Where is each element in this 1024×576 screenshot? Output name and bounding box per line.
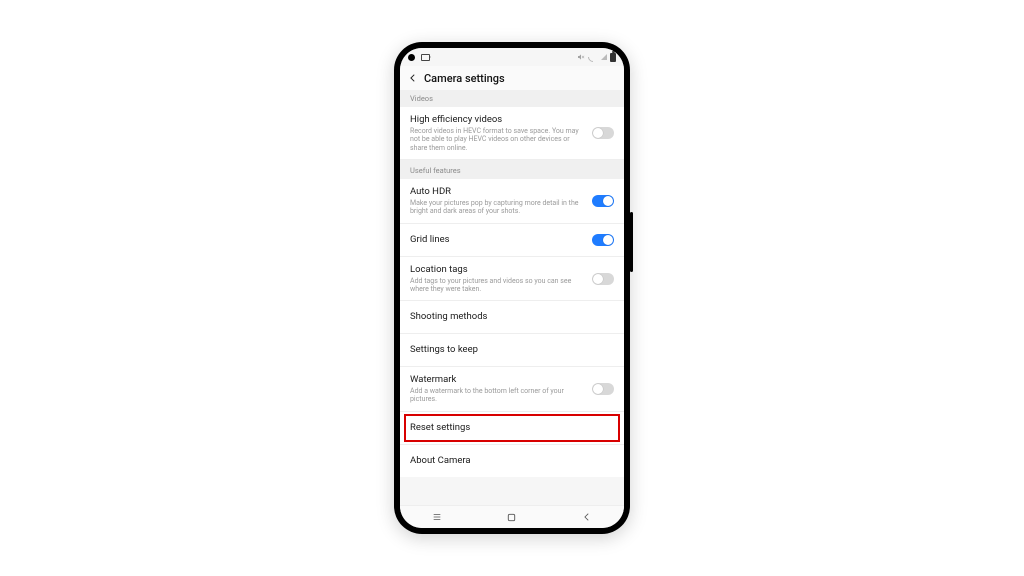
row-title: Auto HDR (410, 186, 584, 198)
settings-content: Camera settings Videos High efficiency v… (400, 66, 624, 506)
phone-frame: Camera settings Videos High efficiency v… (394, 42, 630, 534)
section-videos-label: Videos (400, 90, 624, 107)
front-camera-hole (408, 54, 415, 61)
mute-icon (577, 53, 585, 61)
row-shooting-methods[interactable]: Shooting methods (400, 301, 624, 334)
row-location-tags[interactable]: Location tags Add tags to your pictures … (400, 257, 624, 302)
row-watermark[interactable]: Watermark Add a watermark to the bottom … (400, 367, 624, 412)
row-about-camera[interactable]: About Camera (400, 445, 624, 477)
row-desc: Make your pictures pop by capturing more… (410, 199, 584, 216)
row-settings-to-keep[interactable]: Settings to keep (400, 334, 624, 367)
row-title: Shooting methods (410, 311, 606, 323)
row-title: Reset settings (410, 422, 606, 434)
row-desc: Add tags to your pictures and videos so … (410, 277, 584, 294)
toggle-watermark[interactable] (592, 383, 614, 395)
toggle-location-tags[interactable] (592, 273, 614, 285)
camera-rec-icon (421, 54, 430, 61)
toggle-high-efficiency[interactable] (592, 127, 614, 139)
phone-screen: Camera settings Videos High efficiency v… (400, 48, 624, 528)
status-right (577, 52, 616, 62)
chevron-left-icon (408, 73, 418, 83)
nav-home-button[interactable] (504, 510, 520, 524)
row-title: Grid lines (410, 234, 584, 246)
row-desc: Add a watermark to the bottom left corne… (410, 387, 584, 404)
wifi-icon (586, 50, 600, 64)
row-title: Watermark (410, 374, 584, 386)
toggle-grid-lines[interactable] (592, 234, 614, 246)
battery-icon (610, 53, 616, 62)
header-bar: Camera settings (400, 66, 624, 90)
recents-icon (430, 512, 444, 522)
status-bar (400, 48, 624, 66)
row-reset-settings[interactable]: Reset settings (400, 412, 624, 445)
page-title: Camera settings (424, 72, 505, 85)
row-title: Settings to keep (410, 344, 606, 356)
nav-recents-button[interactable] (429, 510, 445, 524)
signal-icon (601, 54, 607, 60)
row-grid-lines[interactable]: Grid lines (400, 224, 624, 257)
row-title: High efficiency videos (410, 114, 584, 126)
status-left (408, 54, 430, 61)
chevron-left-icon (582, 512, 592, 522)
row-title: About Camera (410, 455, 606, 467)
home-icon (506, 512, 517, 523)
nav-back-button[interactable] (579, 510, 595, 524)
row-desc: Record videos in HEVC format to save spa… (410, 127, 584, 152)
row-high-efficiency-videos[interactable]: High efficiency videos Record videos in … (400, 107, 624, 160)
row-auto-hdr[interactable]: Auto HDR Make your pictures pop by captu… (400, 179, 624, 224)
section-useful-label: Useful features (400, 160, 624, 179)
stage: Camera settings Videos High efficiency v… (0, 0, 1024, 576)
back-button[interactable] (408, 73, 418, 83)
row-title: Location tags (410, 264, 584, 276)
system-nav-bar (400, 505, 624, 528)
toggle-auto-hdr[interactable] (592, 195, 614, 207)
